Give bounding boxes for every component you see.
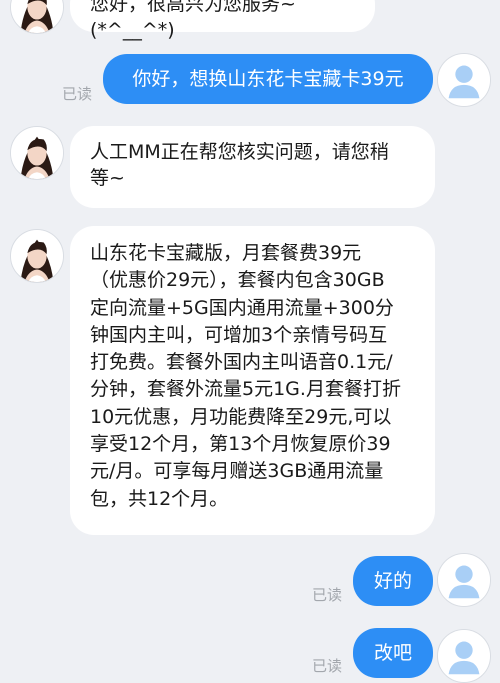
user-avatar-icon[interactable] xyxy=(437,553,491,607)
agent-avatar-icon[interactable] xyxy=(10,126,64,180)
user-message[interactable]: 改吧 xyxy=(353,628,433,678)
read-status: 已读 xyxy=(61,85,92,103)
agent-message[interactable]: 人工MM正在帮您核实问题，请您稍 等~ xyxy=(70,126,435,208)
user-avatar-icon[interactable] xyxy=(437,53,491,107)
agent-message[interactable]: 您好，很高兴为您服务~(*^__^*) xyxy=(70,0,375,41)
user-message[interactable]: 好的 xyxy=(353,556,433,606)
read-status: 已读 xyxy=(311,657,342,675)
user-message[interactable]: 你好，想换山东花卡宝藏卡39元 xyxy=(103,54,433,104)
agent-message[interactable]: 山东花卡宝藏版，月套餐费39元 （优惠价29元），套餐内包含30GB 定向流量+… xyxy=(70,226,435,535)
read-status: 已读 xyxy=(311,586,342,604)
agent-avatar-icon[interactable] xyxy=(10,229,64,283)
agent-avatar-icon[interactable] xyxy=(10,0,64,34)
user-avatar-icon[interactable] xyxy=(437,629,491,683)
